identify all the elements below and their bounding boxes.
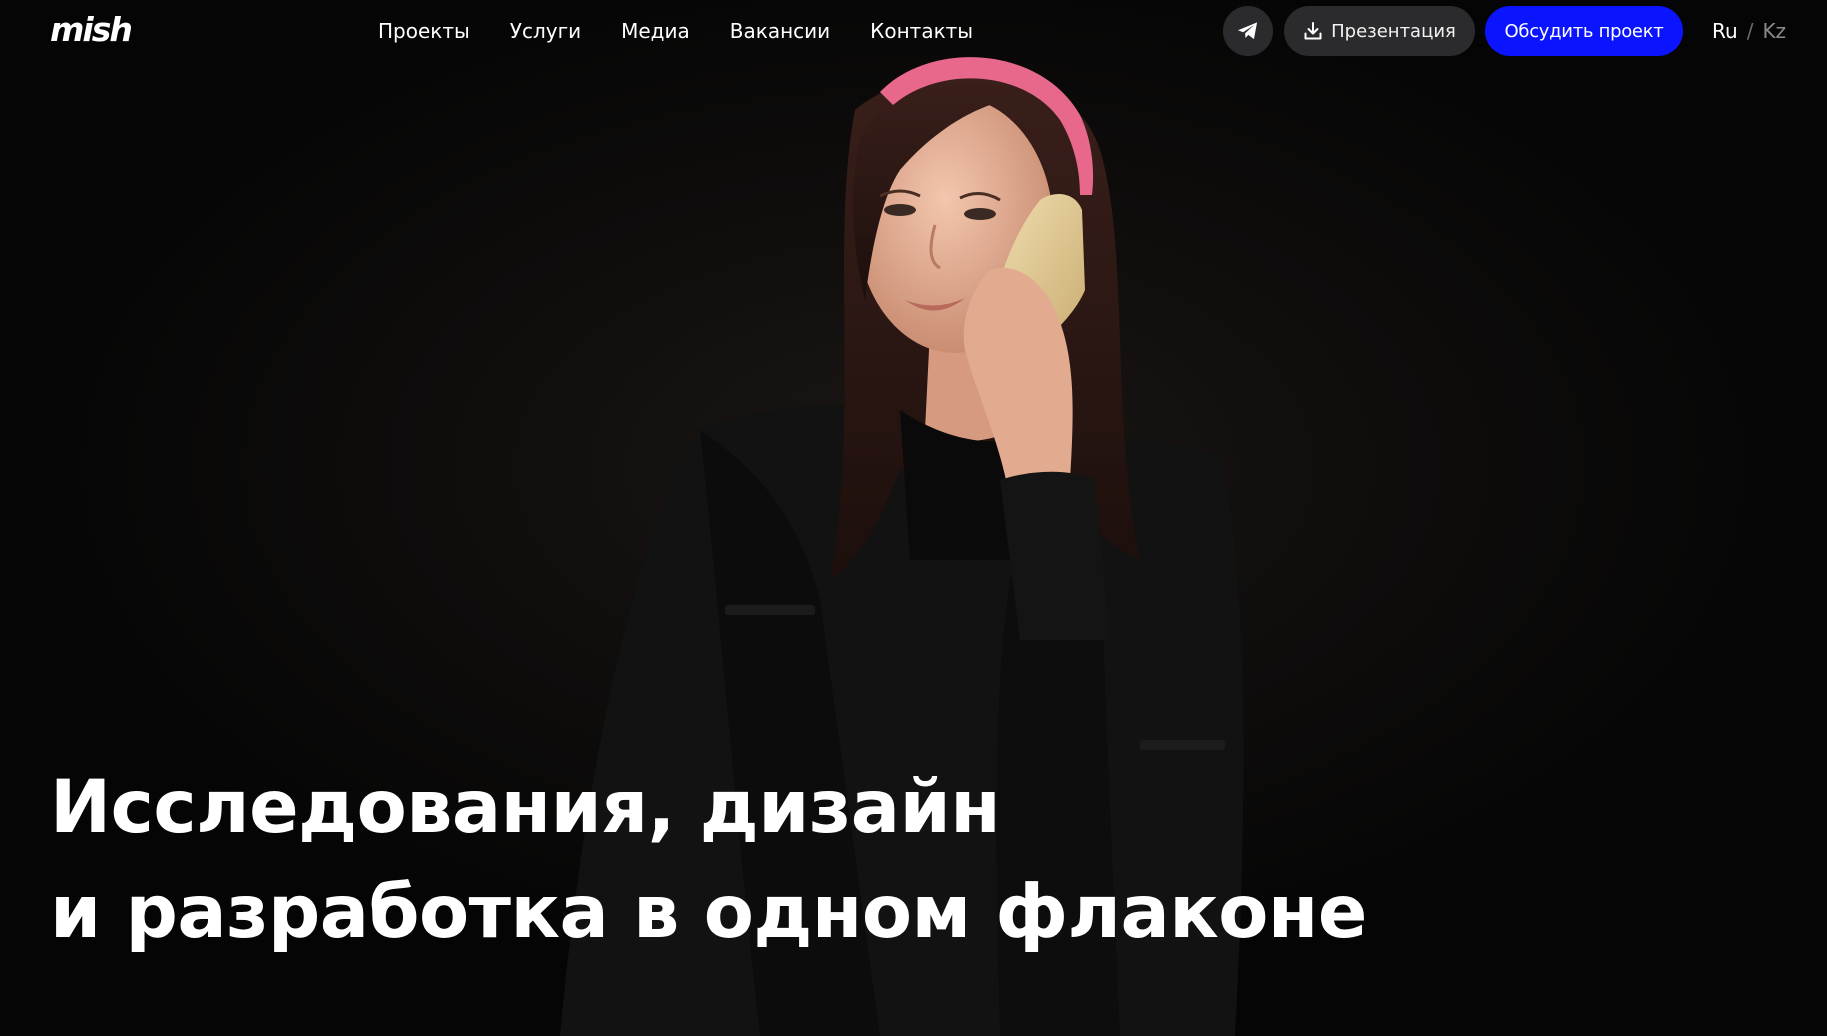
presentation-button[interactable]: Презентация: [1284, 6, 1475, 56]
headline-line-1: Исследования, дизайн: [50, 765, 1001, 850]
telegram-icon: [1238, 22, 1258, 40]
telegram-button[interactable]: [1223, 6, 1273, 56]
download-icon: [1304, 22, 1322, 40]
nav-item-services[interactable]: Услуги: [510, 18, 581, 44]
page: mish Проекты Услуги Медиа Вакансии Конта…: [0, 0, 1827, 1036]
presentation-label: Презентация: [1331, 20, 1456, 42]
site-header: mish Проекты Услуги Медиа Вакансии Конта…: [0, 0, 1827, 62]
nav-item-contacts[interactable]: Контакты: [870, 18, 973, 44]
language-switcher: Ru / Kz: [1712, 17, 1786, 45]
lang-ru[interactable]: Ru: [1712, 19, 1738, 43]
logo[interactable]: mish: [50, 10, 133, 50]
nav-item-vacancies[interactable]: Вакансии: [730, 18, 830, 44]
lang-separator: /: [1746, 19, 1754, 43]
main-nav: Проекты Услуги Медиа Вакансии Контакты: [378, 18, 973, 44]
nav-item-projects[interactable]: Проекты: [378, 18, 470, 44]
lang-kz[interactable]: Kz: [1762, 19, 1786, 43]
headline-line-2: и разработка в одном флаконе: [50, 870, 1367, 955]
hero-headline: Исследования, дизайн и разработка в одно…: [50, 755, 1367, 965]
discuss-project-button[interactable]: Обсудить проект: [1485, 6, 1683, 56]
nav-item-media[interactable]: Медиа: [621, 18, 690, 44]
